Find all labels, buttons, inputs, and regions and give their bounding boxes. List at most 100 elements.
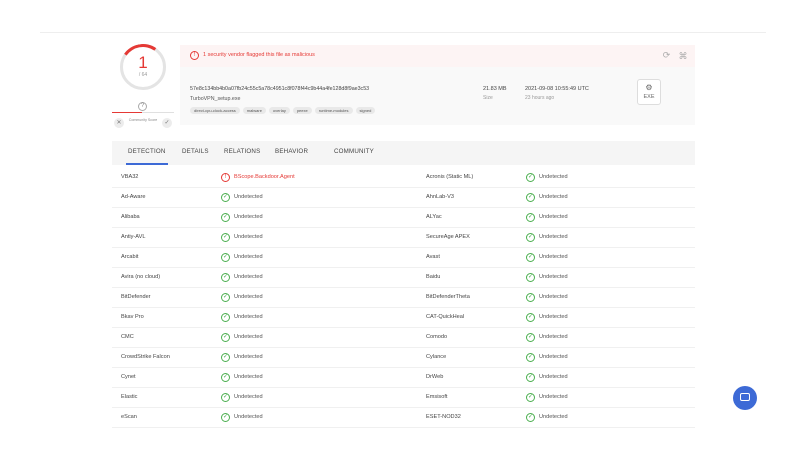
vendor-name: Acronis (Static ML) [426, 174, 474, 180]
vendor-name: Cynet [121, 374, 136, 380]
report-tabs: DETECTION DETAILS RELATIONS BEHAVIOR COM… [112, 141, 695, 165]
vendor-name: ALYac [426, 214, 442, 220]
detection-result-text: Undetected [539, 394, 568, 400]
chat-icon [740, 393, 750, 401]
graph-icon[interactable]: ⌘ [677, 50, 689, 62]
table-row: VBA32! BScope.Backdoor.Agent Acronis (Stat… [112, 168, 695, 188]
detection-result-text: Undetected [539, 214, 568, 220]
detection-result-text: Undetected [539, 354, 568, 360]
tab-community[interactable]: COMMUNITY [334, 148, 374, 155]
vendor-name: Baidu [426, 274, 441, 280]
detections-table: VBA32! BScope.Backdoor.Agent Acronis (Stat… [112, 168, 695, 428]
detection-result-text: Undetected [539, 314, 568, 320]
vendor-name: ESET-NOD32 [426, 414, 461, 420]
check-circle-icon: ✓ [221, 353, 230, 362]
detection-result-text: Undetected [234, 314, 263, 320]
detection-result-text: Undetected [539, 194, 568, 200]
check-circle-icon: ✓ [526, 213, 535, 222]
detection-result-text: Undetected [234, 374, 263, 380]
alert-text: 1 security vendor flagged this file as m… [203, 52, 315, 58]
detection-result-text: Undetected [234, 234, 263, 240]
detection-result-text: Undetected [539, 234, 568, 240]
vote-malicious-icon[interactable]: ✕ [114, 118, 124, 128]
file-tag[interactable]: overlay [268, 107, 290, 114]
file-type-glyph: ⚙ [645, 83, 653, 92]
file-summary-card: ! 1 security vendor flagged this file as… [180, 45, 695, 125]
table-row: BitDefender ✓ Undetected BitDefenderTheta ✓ U… [112, 288, 695, 308]
table-row: Bkav Pro ✓ Undetected CAT-QuickHeal ✓ Undetec… [112, 308, 695, 328]
vendor-name: BitDefender [121, 294, 151, 300]
check-circle-icon: ✓ [526, 173, 535, 182]
vendor-name: Emsisoft [426, 394, 448, 400]
tab-behavior[interactable]: BEHAVIOR [275, 148, 308, 155]
check-circle-icon: ✓ [221, 233, 230, 242]
detection-result-text: Undetected [539, 374, 568, 380]
alert-circle-icon: ! [190, 51, 199, 60]
detection-result-text: Undetected [234, 354, 263, 360]
check-circle-icon: ✓ [526, 273, 535, 282]
tab-relations[interactable]: RELATIONS [224, 148, 260, 155]
vendor-name: Avira (no cloud) [121, 274, 161, 280]
vendor-name: AhnLab-V3 [426, 194, 454, 200]
tab-detection[interactable]: DETECTION [128, 148, 166, 155]
detection-result-text: Undetected [539, 334, 568, 340]
check-circle-icon: ✓ [221, 193, 230, 202]
chat-button[interactable] [733, 386, 757, 410]
table-row: Elastic ✓ Undetected Emsisoft ✓ Undetected [112, 388, 695, 408]
refresh-icon[interactable]: ⟳ [661, 50, 672, 61]
community-score-label: Community Score [128, 118, 158, 122]
check-circle-icon: ✓ [221, 333, 230, 342]
malicious-alert-banner: ! 1 security vendor flagged this file as… [180, 45, 695, 67]
file-name: TurboVPN_setup.exe [190, 96, 241, 102]
vendor-name: Arcabit [121, 254, 139, 260]
table-row: Arcabit ✓ Undetected Avast ✓ Undetected [112, 248, 695, 268]
table-row: Antiy-AVL ✓ Undetected SecureAge APEX ✓ Undet… [112, 228, 695, 248]
engine-total: / 64 [138, 72, 148, 78]
detection-result-text: Undetected [234, 254, 263, 260]
active-tab-indicator [126, 163, 168, 165]
vendor-name: Alibaba [121, 214, 140, 220]
file-tag[interactable]: signed [355, 107, 376, 114]
detection-result-text: Undetected [234, 394, 263, 400]
detection-result-text: Undetected [234, 194, 263, 200]
check-circle-icon: ✓ [221, 253, 230, 262]
last-analysis-relative: 23 hours ago [525, 95, 555, 101]
file-tag[interactable]: peexe [292, 107, 312, 114]
file-tag[interactable]: direct-cpu-clock-access [190, 107, 240, 114]
table-row: Ad-Aware ✓ Undetected AhnLab-V3 ✓ Undetected [112, 188, 695, 208]
detection-result-text: Undetected [234, 294, 263, 300]
table-row: Cynet ✓ Undetected DrWeb ✓ Undetected [112, 368, 695, 388]
detection-result-text: Undetected [539, 274, 568, 280]
vendor-name: SecureAge APEX [426, 234, 470, 240]
vendor-name: Cylance [426, 354, 447, 360]
detection-result-text: Undetected [234, 334, 263, 340]
check-circle-icon: ✓ [221, 213, 230, 222]
check-circle-icon: ✓ [526, 393, 535, 402]
detection-result-text: Undetected [539, 174, 568, 180]
file-tag[interactable]: malware [242, 107, 266, 114]
detection-result-text: BScope.Backdoor.Agent [234, 174, 295, 180]
community-score-bar-negative [112, 112, 142, 113]
table-row: eScan ✓ Undetected ESET-NOD32 ✓ Undetected [112, 408, 695, 428]
vendor-name: Bkav Pro [121, 314, 144, 320]
check-circle-icon: ✓ [526, 313, 535, 322]
check-circle-icon: ✓ [526, 333, 535, 342]
detection-result-text: Undetected [539, 294, 568, 300]
vendor-name: VBA32 [121, 174, 139, 180]
community-score-row: ✕ Community Score ✓ [112, 117, 174, 129]
file-hash[interactable]: 57e8c134bb4b0a07fb24c55c5a78c4951c8f078f… [190, 86, 369, 92]
check-circle-icon: ✓ [526, 233, 535, 242]
detection-result-text: Undetected [539, 254, 568, 260]
check-circle-icon: ✓ [221, 373, 230, 382]
detection-result-text: Undetected [234, 214, 263, 220]
vendor-name: Comodo [426, 334, 448, 340]
file-tag[interactable]: runtime-modules [314, 107, 353, 114]
tab-details[interactable]: DETAILS [182, 148, 209, 155]
vendor-name: CrowdStrike Falcon [121, 354, 170, 360]
unknown-community-score-icon: ? [138, 102, 147, 111]
vote-harmless-icon[interactable]: ✓ [162, 118, 172, 128]
detection-result-text: Undetected [234, 274, 263, 280]
table-row: Alibaba ✓ Undetected ALYac ✓ Undetected [112, 208, 695, 228]
table-row: CMC ✓ Undetected Comodo ✓ Undetected [112, 328, 695, 348]
vendor-name: BitDefenderTheta [426, 294, 470, 300]
